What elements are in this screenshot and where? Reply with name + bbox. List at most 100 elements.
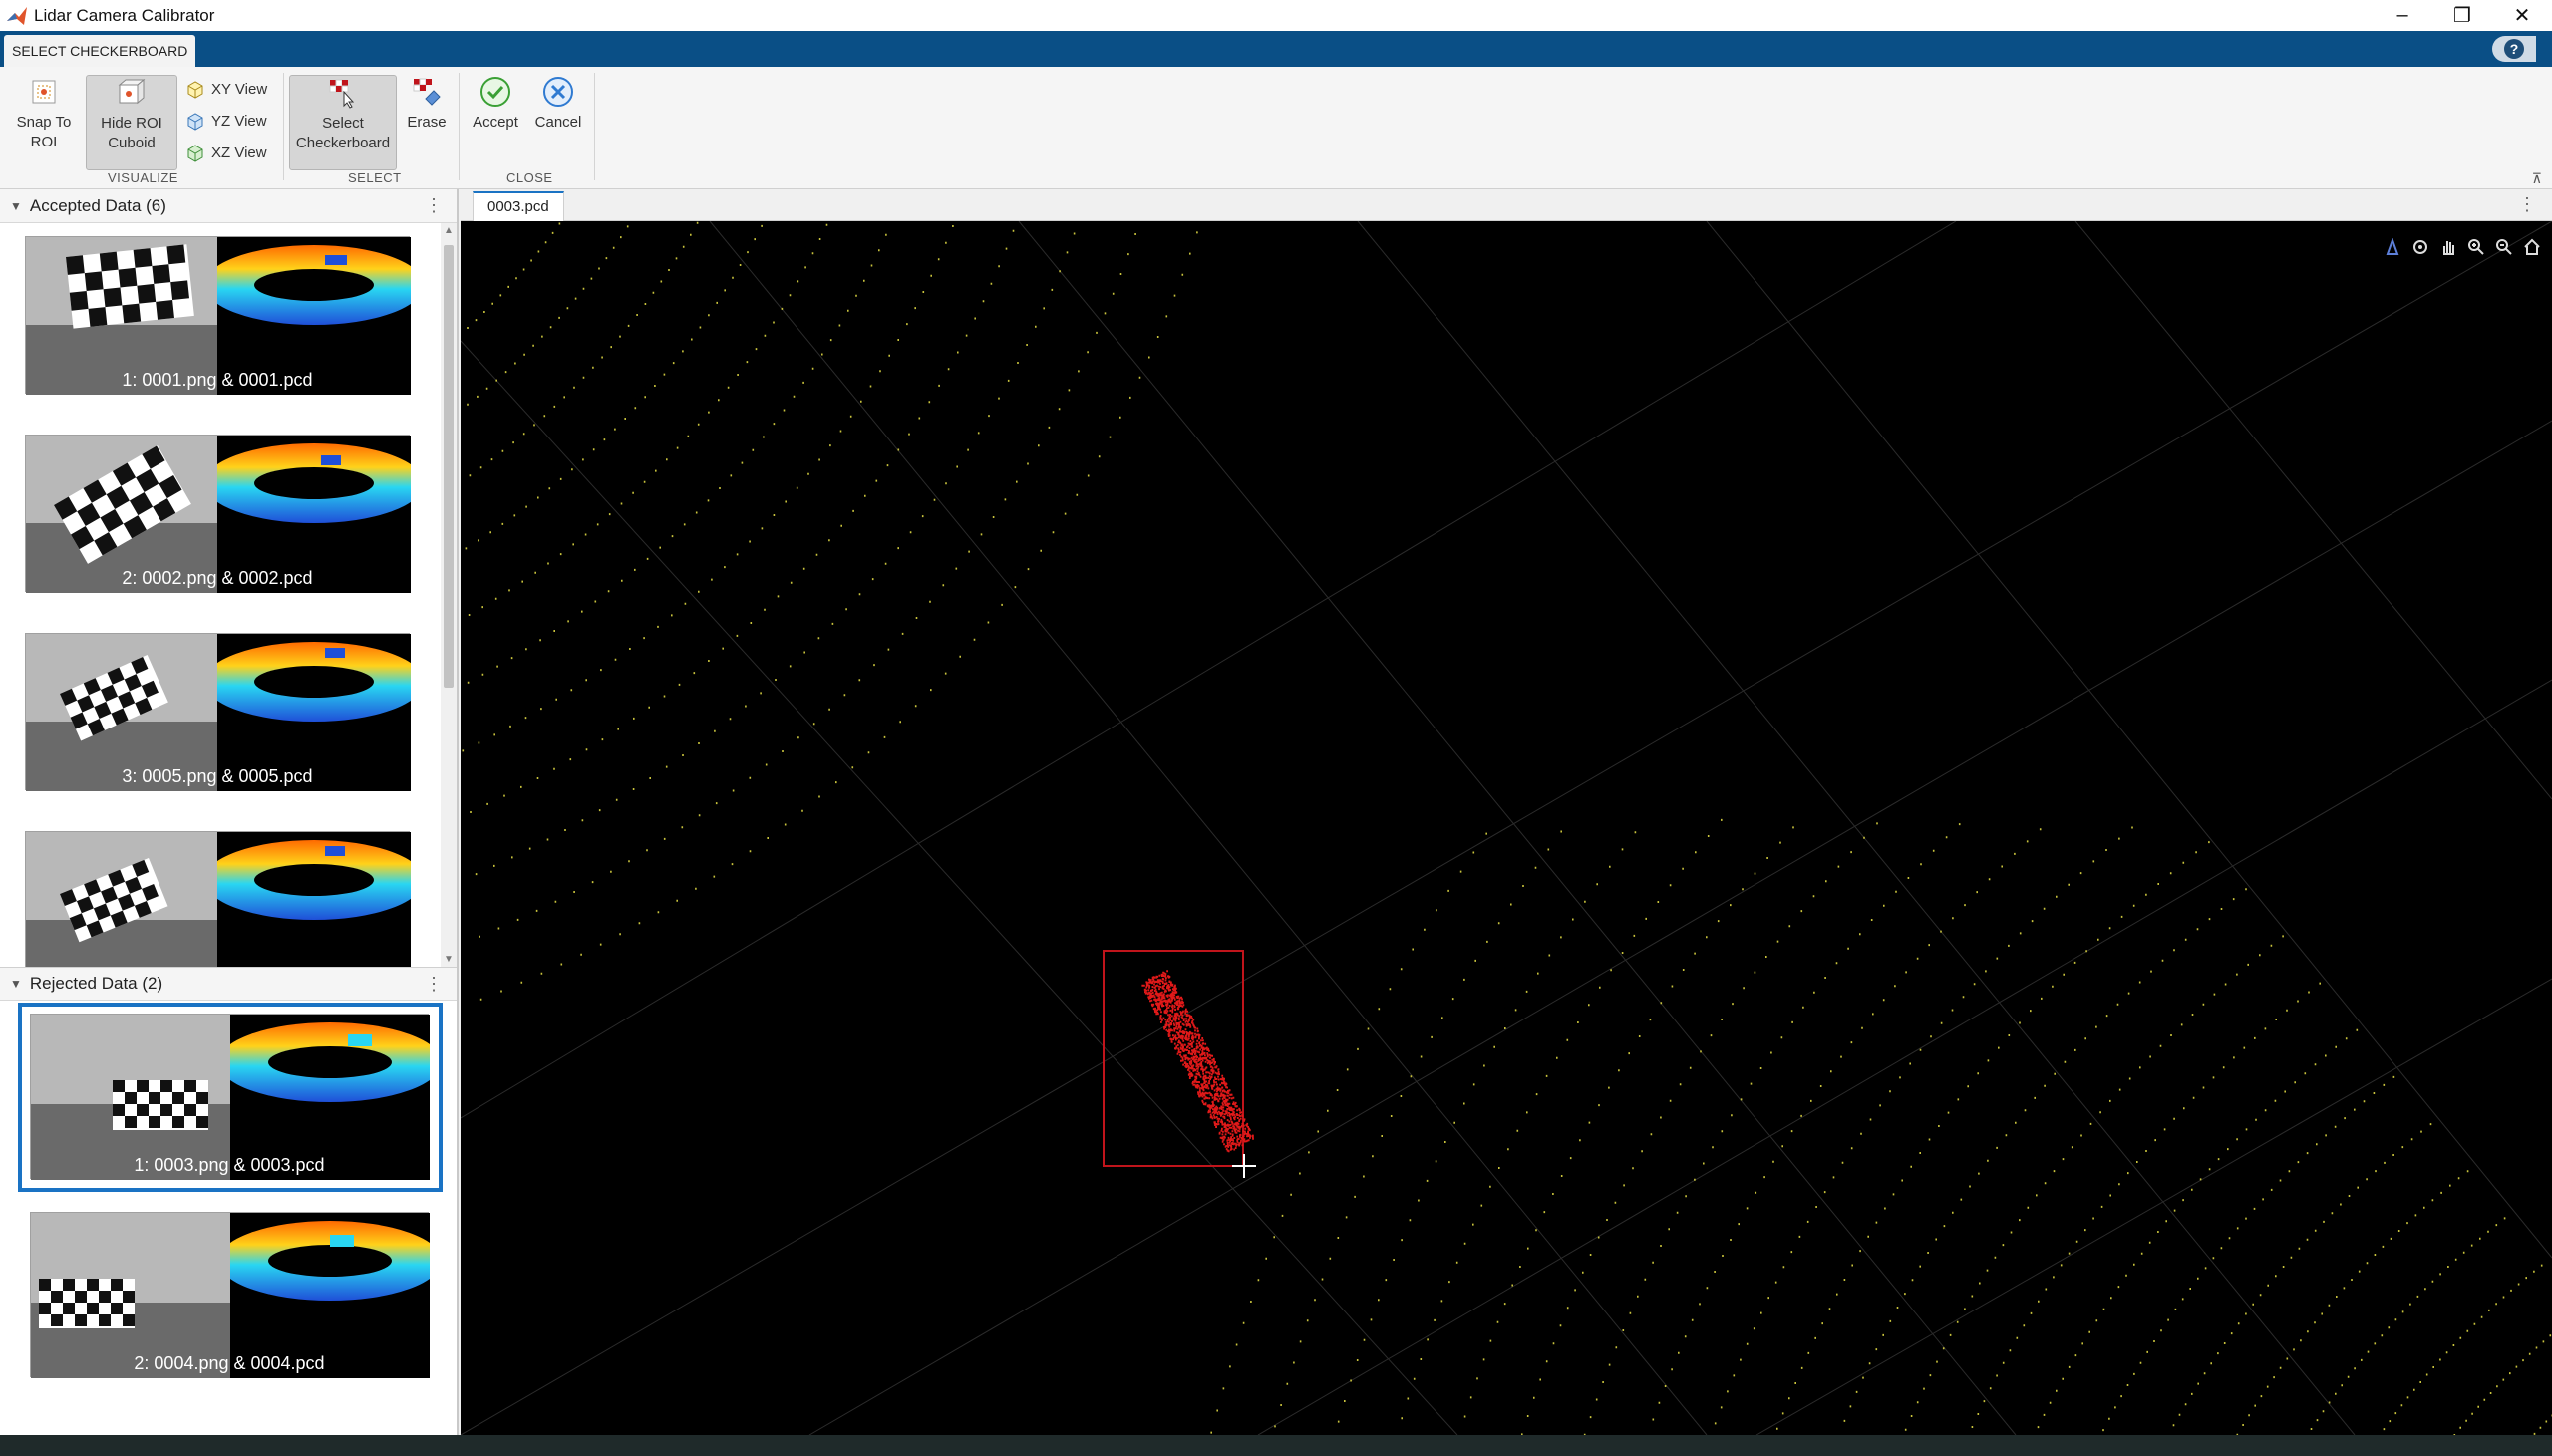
ribbon-separator bbox=[594, 73, 595, 180]
xz-view-icon bbox=[187, 145, 203, 162]
scan-ring bbox=[1401, 818, 1723, 1420]
scan-ring bbox=[469, 221, 699, 477]
yz-view-button[interactable]: YZ View bbox=[185, 111, 267, 131]
close-group-label: CLOSE bbox=[506, 170, 553, 185]
scan-ring bbox=[1652, 828, 2042, 1421]
accepted-list-scrollbar[interactable]: ▲ ▼ bbox=[441, 223, 457, 967]
scan-ring bbox=[2172, 1123, 2432, 1427]
scan-ring bbox=[1521, 822, 1878, 1435]
scan-ring bbox=[470, 229, 1015, 813]
list-item[interactable]: 1: 0001.png & 0001.pcd bbox=[25, 236, 411, 395]
snap-to-roi-button[interactable]: Snap To ROI bbox=[8, 75, 80, 152]
checkerboard-point-cloud bbox=[1141, 970, 1254, 1153]
ribbon-separator bbox=[283, 73, 284, 180]
point-cloud-viewer[interactable] bbox=[461, 221, 2552, 1435]
selected-checkerboard-points bbox=[1141, 970, 1254, 1153]
scan-ring bbox=[467, 222, 561, 329]
scan-ring bbox=[2236, 1170, 2469, 1435]
snap-icon bbox=[32, 80, 56, 104]
restore-button[interactable]: ❐ bbox=[2432, 0, 2492, 31]
visualize-group-label: VISUALIZE bbox=[108, 170, 178, 185]
cancel-label: Cancel bbox=[534, 114, 582, 131]
collapse-caret-icon[interactable]: ▼ bbox=[10, 199, 22, 213]
yz-view-label: YZ View bbox=[211, 112, 267, 130]
pan-icon[interactable] bbox=[2436, 235, 2460, 259]
list-item[interactable]: 2: 0004.png & 0004.pcd bbox=[30, 1212, 430, 1378]
ribbon-separator bbox=[459, 73, 460, 180]
scroll-up-icon[interactable]: ▲ bbox=[441, 225, 457, 236]
list-item[interactable] bbox=[25, 831, 411, 967]
hide-roi-cuboid-button[interactable]: Hide ROI Cuboid bbox=[86, 75, 177, 170]
scan-ring bbox=[2533, 1414, 2552, 1435]
accept-label: Accept bbox=[473, 114, 518, 131]
list-item[interactable]: 1: 0003.png & 0003.pcd bbox=[30, 1014, 430, 1180]
lidar-camera-calibrator-window: Lidar Camera Calibrator – ❐ ✕ SELECT CHE… bbox=[0, 0, 2552, 1456]
xy-view-icon bbox=[187, 81, 203, 99]
hide-roi-cuboid-label: Hide ROI Cuboid bbox=[101, 115, 162, 151]
cancel-button[interactable]: Cancel bbox=[528, 75, 588, 133]
scan-ring bbox=[479, 231, 1198, 1001]
accepted-data-list: 1: 0001.png & 0001.pcd 2: 0002.png & 000… bbox=[0, 223, 457, 967]
xy-view-button[interactable]: XY View bbox=[185, 79, 267, 99]
section-menu-icon[interactable]: ⋮ bbox=[425, 195, 443, 216]
scan-ring bbox=[467, 225, 629, 406]
scan-ring bbox=[465, 224, 763, 550]
scan-ring bbox=[1274, 830, 1562, 1428]
xz-view-button[interactable]: XZ View bbox=[185, 143, 267, 162]
list-item-caption: 3: 0005.png & 0005.pcd bbox=[122, 766, 313, 786]
tab-menu-icon[interactable]: ⋮ bbox=[2518, 194, 2536, 215]
section-menu-icon[interactable]: ⋮ bbox=[425, 974, 443, 995]
minimize-button[interactable]: – bbox=[2373, 0, 2432, 31]
xy-view-label: XY View bbox=[211, 80, 268, 98]
rejected-data-header[interactable]: ▼ Rejected Data (2) ⋮ bbox=[0, 967, 457, 1001]
scan-ring bbox=[2383, 1264, 2543, 1431]
accepted-data-header[interactable]: ▼ Accepted Data (6) ⋮ bbox=[0, 189, 457, 223]
list-item[interactable]: 2: 0002.png & 0002.pcd bbox=[25, 435, 411, 593]
tab-point-cloud[interactable]: 0003.pcd bbox=[473, 191, 564, 221]
scan-ring bbox=[2037, 1028, 2359, 1429]
lidar-image bbox=[217, 832, 411, 967]
rejected-data-list: 1: 0003.png & 0003.pcd 2: 0004.png & 000… bbox=[0, 1001, 457, 1435]
ground-grid bbox=[461, 221, 2552, 1435]
title-bar: Lidar Camera Calibrator – ❐ ✕ bbox=[0, 0, 2552, 31]
collapse-ribbon-icon[interactable]: ⊼ bbox=[2532, 170, 2542, 187]
rotate-icon[interactable] bbox=[2408, 235, 2432, 259]
lidar-near-rings bbox=[1210, 818, 2552, 1435]
home-icon[interactable] bbox=[2520, 235, 2544, 259]
select-checkerboard-button[interactable]: Select Checkerboard bbox=[289, 75, 397, 170]
cuboid-icon bbox=[118, 78, 146, 105]
data-tips-icon[interactable] bbox=[2381, 235, 2404, 259]
camera-image bbox=[26, 832, 217, 967]
list-item-caption: 2: 0002.png & 0002.pcd bbox=[122, 568, 313, 588]
zoom-out-icon[interactable] bbox=[2492, 235, 2516, 259]
close-window-button[interactable]: ✕ bbox=[2492, 0, 2552, 31]
scroll-down-icon[interactable]: ▼ bbox=[441, 954, 457, 965]
status-bar bbox=[0, 1435, 2552, 1456]
list-item[interactable]: 3: 0005.png & 0005.pcd bbox=[25, 633, 411, 791]
point-cloud-plot[interactable] bbox=[461, 221, 2552, 1435]
scan-ring bbox=[462, 225, 954, 752]
yz-view-icon bbox=[187, 113, 203, 131]
scan-ring bbox=[1971, 982, 2321, 1428]
scan-ring bbox=[1583, 823, 1961, 1435]
tab-select-checkerboard[interactable]: SELECT CHECKERBOARD bbox=[4, 35, 196, 67]
ribbon-toolstrip: Snap To ROI Hide ROI Cuboid XY View YZ V… bbox=[0, 67, 2552, 189]
select-group-label: SELECT bbox=[348, 170, 402, 185]
help-icon: ? bbox=[2504, 39, 2524, 59]
scan-ring bbox=[1843, 888, 2247, 1422]
scan-ring bbox=[1904, 935, 2284, 1431]
data-browser-panel: ▼ Accepted Data (6) ⋮ 1: 0001.png & 0001… bbox=[0, 189, 459, 1435]
list-item-caption: 1: 0003.png & 0003.pcd bbox=[134, 1155, 325, 1175]
scrollbar-thumb[interactable] bbox=[444, 245, 454, 688]
accepted-data-title: Accepted Data (6) bbox=[29, 195, 166, 215]
collapse-caret-icon[interactable]: ▼ bbox=[10, 977, 22, 991]
scan-ring bbox=[2453, 1334, 2552, 1435]
window-title: Lidar Camera Calibrator bbox=[34, 5, 215, 25]
zoom-in-icon[interactable] bbox=[2464, 235, 2488, 259]
erase-button[interactable]: Erase bbox=[403, 75, 451, 133]
snap-to-roi-label: Snap To ROI bbox=[16, 114, 72, 150]
accept-button[interactable]: Accept bbox=[467, 75, 524, 133]
scan-ring bbox=[1776, 841, 2210, 1430]
list-item-caption: 2: 0004.png & 0004.pcd bbox=[134, 1353, 325, 1373]
help-button[interactable]: ? bbox=[2492, 36, 2536, 62]
